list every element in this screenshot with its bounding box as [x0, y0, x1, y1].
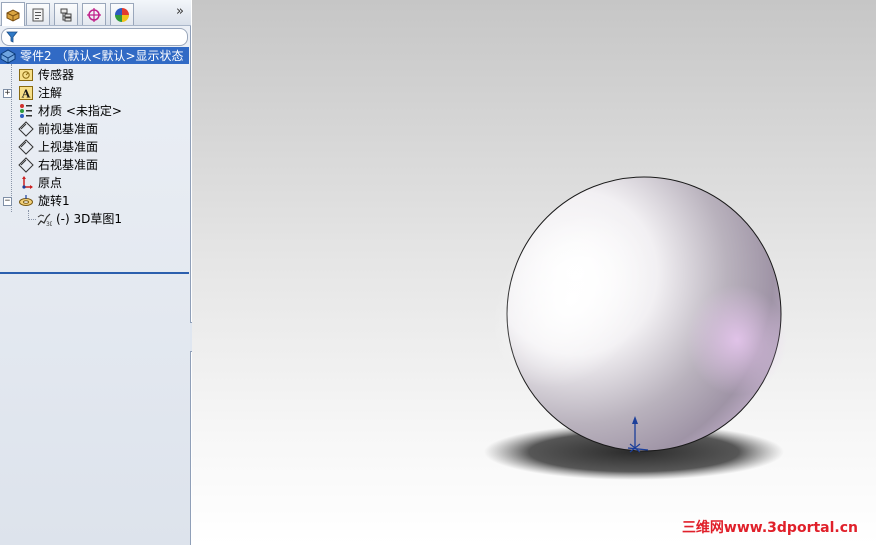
manager-tab-bar: »: [0, 0, 191, 26]
site-watermark: 三维网www.3dportal.cn: [681, 520, 858, 536]
tree-item-revolve1[interactable]: 旋转1: [18, 192, 70, 209]
tab-feature-manager[interactable]: [1, 2, 25, 26]
sensor-folder-icon: [18, 67, 34, 83]
tree-item-label: (-) 3D草图1: [56, 211, 123, 226]
plane-icon: [18, 138, 34, 155]
tree-item-label: 上视基准面: [38, 139, 99, 154]
tree-item-3d-sketch1[interactable]: 3D (-) 3D草图1: [36, 210, 122, 227]
tree-item-label: 注解: [38, 85, 63, 100]
revolve-feature-icon: [18, 193, 34, 209]
model-view: [484, 176, 787, 480]
tree-connector: [11, 64, 12, 212]
feature-filter-field[interactable]: [1, 28, 188, 46]
svg-text:A: A: [21, 87, 31, 100]
tree-root-part[interactable]: 零件2 （默认<默认>显示状态: [0, 47, 189, 64]
feature-manager-icon: [6, 8, 20, 22]
tab-configuration-manager[interactable]: [54, 3, 78, 25]
tree-item-top-plane[interactable]: 上视基准面: [18, 138, 98, 155]
sphere-tint: [687, 285, 787, 395]
tree-item-front-plane[interactable]: 前视基准面: [18, 120, 98, 137]
svg-text:3D: 3D: [46, 221, 52, 227]
feature-manager-panel: » 零件2 （默认<默认>显示状态 传感器 + A 注解 材质 <未指定> 前视…: [0, 0, 191, 545]
plane-icon: [18, 156, 34, 173]
dimxpert-icon: [87, 7, 101, 22]
tab-property-manager[interactable]: [26, 3, 50, 25]
tree-item-label: 传感器: [38, 67, 75, 82]
material-icon: [18, 103, 34, 119]
part-icon: [0, 48, 16, 64]
tree-item-label: 旋转1: [38, 193, 70, 208]
rollback-bar[interactable]: [0, 272, 189, 274]
tree-item-label: 原点: [38, 175, 63, 190]
tree-item-label: 材质 <未指定>: [38, 103, 122, 118]
tree-connector: [28, 219, 36, 220]
tree-item-material[interactable]: 材质 <未指定>: [18, 102, 122, 119]
tree-item-label: 右视基准面: [38, 157, 99, 172]
configuration-manager-icon: [60, 8, 72, 21]
display-manager-icon: [115, 7, 129, 22]
plane-icon: [18, 120, 34, 137]
property-manager-icon: [32, 8, 44, 21]
panel-overflow-chevron-icon[interactable]: »: [173, 4, 187, 19]
tab-display-manager[interactable]: [110, 3, 134, 25]
tree-item-sensors[interactable]: 传感器: [18, 66, 74, 83]
3d-sketch-icon: 3D: [36, 211, 52, 227]
tree-root-label: 零件2 （默认<默认>显示状态: [20, 48, 184, 63]
origin-icon: [18, 175, 34, 191]
tree-item-origin[interactable]: 原点: [18, 174, 62, 191]
annotations-icon: A: [18, 85, 34, 101]
expand-annotations-toggle[interactable]: +: [3, 89, 12, 98]
tab-dimxpert-manager[interactable]: [82, 3, 106, 25]
filter-icon: [6, 31, 18, 43]
tree-item-label: 前视基准面: [38, 121, 99, 136]
graphics-area[interactable]: [192, 0, 876, 545]
tree-item-right-plane[interactable]: 右视基准面: [18, 156, 98, 173]
tree-item-annotations[interactable]: A 注解: [18, 84, 62, 101]
collapse-revolve-toggle[interactable]: −: [3, 197, 12, 206]
